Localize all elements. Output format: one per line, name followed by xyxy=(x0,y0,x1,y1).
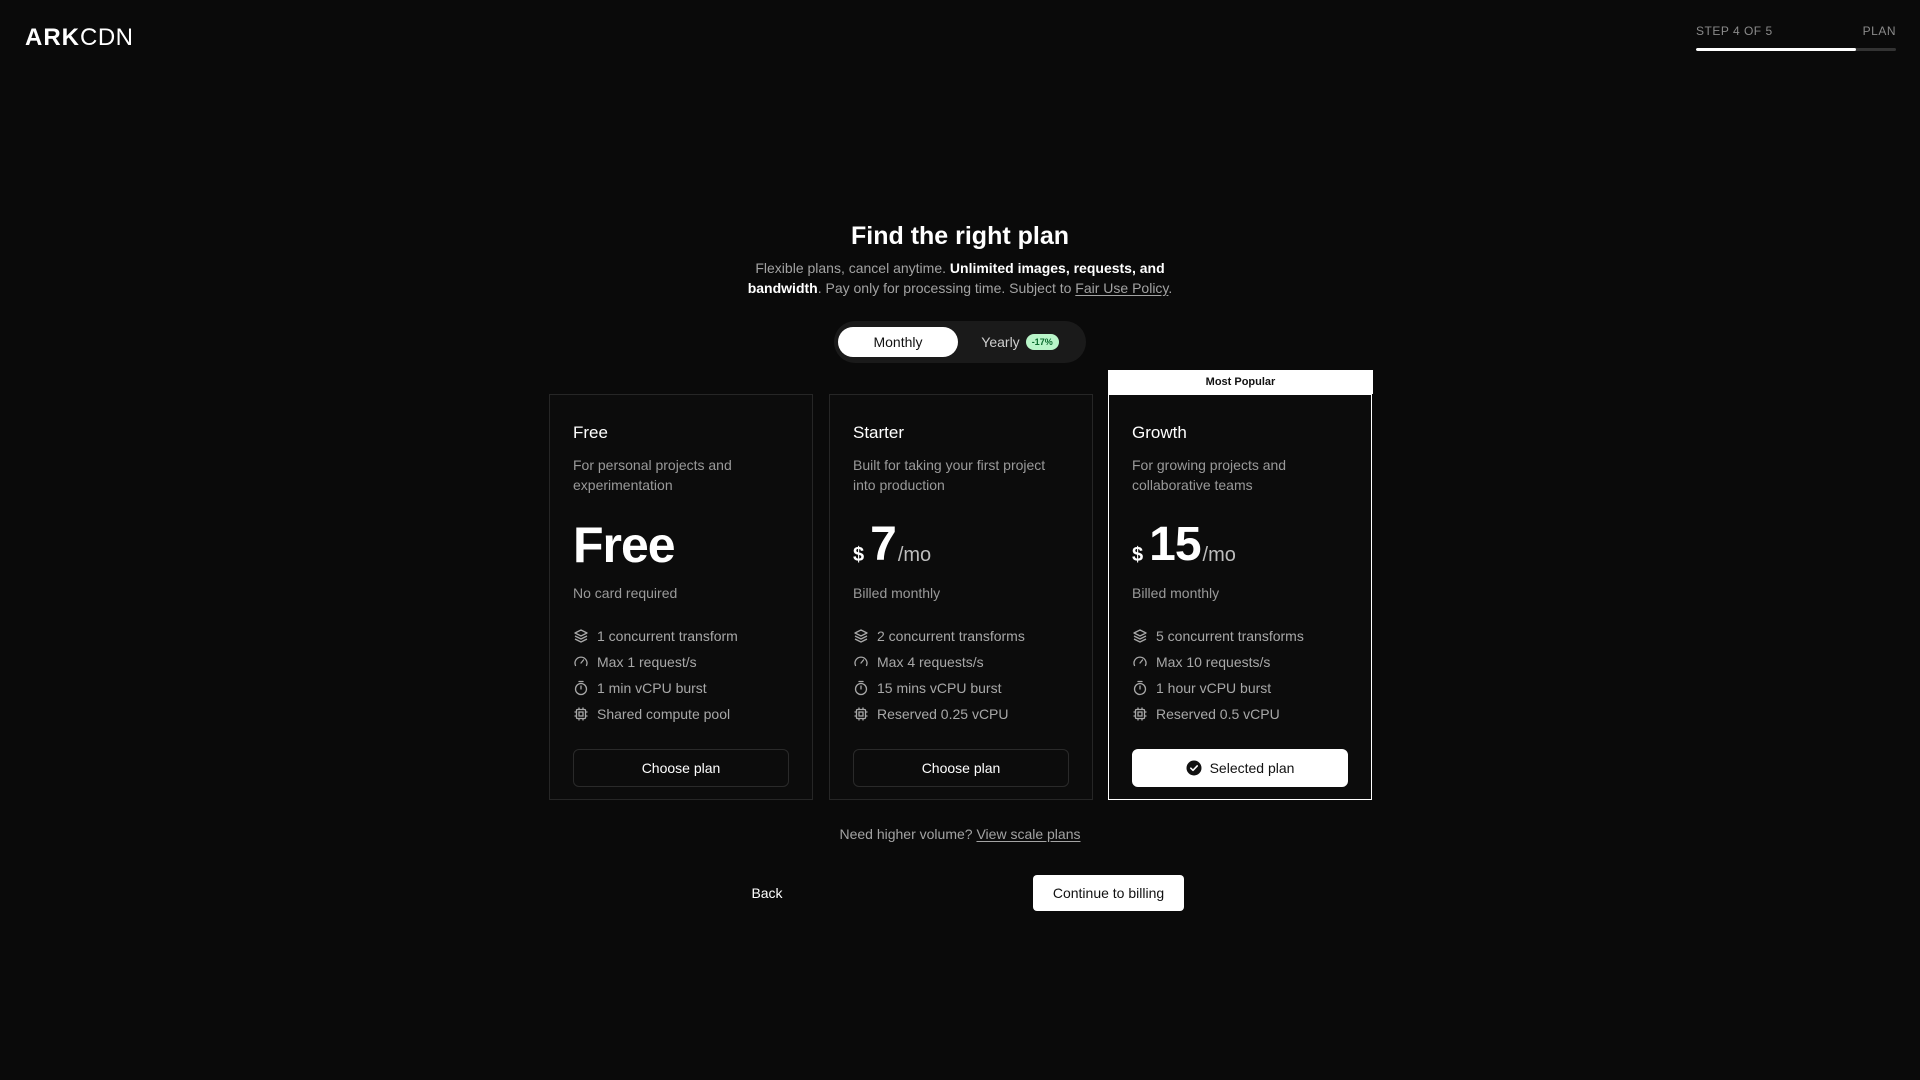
price-amount: 7 xyxy=(870,518,897,571)
check-circle-icon xyxy=(1186,760,1202,776)
feature-text: 5 concurrent transforms xyxy=(1156,628,1304,644)
plan-name: Growth xyxy=(1132,423,1187,442)
cpu-icon xyxy=(1133,707,1147,721)
feature-list: 2 concurrent transforms Max 4 requests/s… xyxy=(853,623,1069,727)
plan-price: $ 7 /mo xyxy=(853,519,1069,571)
plan-price: $ 15 /mo xyxy=(1132,519,1348,571)
plan-description: For growing projects and collaborative t… xyxy=(1132,457,1287,493)
layers-icon xyxy=(574,629,588,643)
feature-text: 1 min vCPU burst xyxy=(597,680,707,696)
gauge-icon xyxy=(854,656,868,667)
price-period: /mo xyxy=(897,544,932,566)
plan-description: Built for taking your first project into… xyxy=(853,457,1046,493)
feature-item: Max 10 requests/s xyxy=(1132,649,1348,675)
stopwatch-icon xyxy=(574,680,588,696)
billing-note: Billed monthly xyxy=(853,585,941,601)
feature-text: Reserved 0.5 vCPU xyxy=(1156,706,1280,722)
feature-text: 2 concurrent transforms xyxy=(877,628,1025,644)
feature-item: 1 concurrent transform xyxy=(573,623,789,649)
brand-logo[interactable]: ARK CDN xyxy=(25,24,134,52)
feature-text: 1 hour vCPU burst xyxy=(1156,680,1272,696)
price-amount: 15 xyxy=(1149,518,1201,571)
billing-note: Billed monthly xyxy=(1132,585,1220,601)
plan-name: Free xyxy=(573,423,608,442)
progress-fill xyxy=(1696,48,1856,51)
price-period: /mo xyxy=(1202,544,1236,566)
continue-to-billing-button[interactable]: Continue to billing xyxy=(1033,875,1184,911)
feature-list: 1 concurrent transform Max 1 request/s 1… xyxy=(573,623,789,727)
feature-text: 1 concurrent transform xyxy=(597,628,738,644)
stopwatch-icon xyxy=(1133,680,1147,696)
feature-text: Reserved 0.25 vCPU xyxy=(877,706,1009,722)
cpu-icon xyxy=(574,707,588,721)
subtitle-text-3: . xyxy=(1168,280,1173,296)
button-label: Choose plan xyxy=(921,760,1001,776)
plan-card-free: Free For personal projects and experimen… xyxy=(549,394,813,800)
feature-item: 1 min vCPU burst xyxy=(573,675,789,701)
plan-card-growth: Growth For growing projects and collabor… xyxy=(1108,394,1372,800)
cpu-icon xyxy=(854,707,868,721)
plan-selection-page: ARK CDN STEP 4 OF 5 PLAN Find the right p… xyxy=(0,0,1920,1080)
feature-item: Reserved 0.5 vCPU xyxy=(1132,701,1348,727)
fair-use-policy-link[interactable]: Fair Use Policy xyxy=(1075,280,1168,296)
feature-item: Max 4 requests/s xyxy=(853,649,1069,675)
feature-text: Shared compute pool xyxy=(597,706,731,722)
feature-item: 1 hour vCPU burst xyxy=(1132,675,1348,701)
stopwatch-icon xyxy=(854,680,868,696)
plan-card-starter: Starter Built for taking your first proj… xyxy=(829,394,1093,800)
page-title: Find the right plan xyxy=(850,222,1070,250)
layers-icon xyxy=(854,629,868,643)
discount-badge: -17% xyxy=(1025,334,1059,350)
button-label: Selected plan xyxy=(1209,760,1295,776)
price-currency: $ xyxy=(853,544,865,566)
progress-track xyxy=(1696,48,1896,51)
plan-name: Starter xyxy=(853,423,905,442)
feature-item: 5 concurrent transforms xyxy=(1132,623,1348,649)
feature-text: 15 mins vCPU burst xyxy=(877,680,1002,696)
layers-icon xyxy=(1133,629,1147,643)
toggle-yearly[interactable]: Yearly -17% xyxy=(958,327,1082,357)
button-label: Choose plan xyxy=(641,760,721,776)
back-button[interactable]: Back xyxy=(742,882,792,904)
logo-part-ark: ARK xyxy=(25,24,80,51)
feature-item: 2 concurrent transforms xyxy=(853,623,1069,649)
subtitle-text-1: Flexible plans, cancel anytime. xyxy=(755,260,950,276)
plan-price: Free xyxy=(573,519,789,571)
choose-plan-button-free[interactable]: Choose plan xyxy=(573,749,789,787)
feature-list: 5 concurrent transforms Max 10 requests/… xyxy=(1132,623,1348,727)
step-progress: STEP 4 OF 5 PLAN xyxy=(1696,24,1896,51)
plan-description: For personal projects and experimentatio… xyxy=(573,457,732,493)
billing-period-toggle: Monthly Yearly -17% xyxy=(834,321,1086,363)
gauge-icon xyxy=(574,656,588,667)
choose-plan-button-starter[interactable]: Choose plan xyxy=(853,749,1069,787)
section-label: PLAN xyxy=(1862,24,1896,38)
toggle-yearly-label: Yearly xyxy=(981,334,1020,350)
feature-item: Reserved 0.25 vCPU xyxy=(853,701,1069,727)
scale-plans-note: Need higher volume? View scale plans xyxy=(0,826,1920,842)
logo-part-cdn: CDN xyxy=(80,24,134,51)
step-label: STEP 4 OF 5 xyxy=(1696,24,1773,38)
price-free-label: Free xyxy=(573,517,676,573)
subtitle-text-2: . Pay only for processing time. Subject … xyxy=(817,280,1076,296)
toggle-monthly-label: Monthly xyxy=(873,334,923,350)
feature-text: Max 1 request/s xyxy=(597,654,697,670)
scale-note-text: Need higher volume? xyxy=(839,826,977,842)
billing-note: No card required xyxy=(573,585,678,601)
toggle-monthly[interactable]: Monthly xyxy=(838,327,958,357)
feature-item: Shared compute pool xyxy=(573,701,789,727)
gauge-icon xyxy=(1133,656,1147,667)
feature-item: Max 1 request/s xyxy=(573,649,789,675)
feature-text: Max 4 requests/s xyxy=(877,654,984,670)
feature-item: 15 mins vCPU burst xyxy=(853,675,1069,701)
selected-plan-button-growth[interactable]: Selected plan xyxy=(1132,749,1348,787)
price-currency: $ xyxy=(1132,544,1144,566)
page-subtitle: Flexible plans, cancel anytime. Unlimite… xyxy=(720,258,1200,298)
view-scale-plans-link[interactable]: View scale plans xyxy=(976,826,1080,842)
feature-text: Max 10 requests/s xyxy=(1156,654,1271,670)
most-popular-badge: Most Popular xyxy=(1108,370,1373,394)
